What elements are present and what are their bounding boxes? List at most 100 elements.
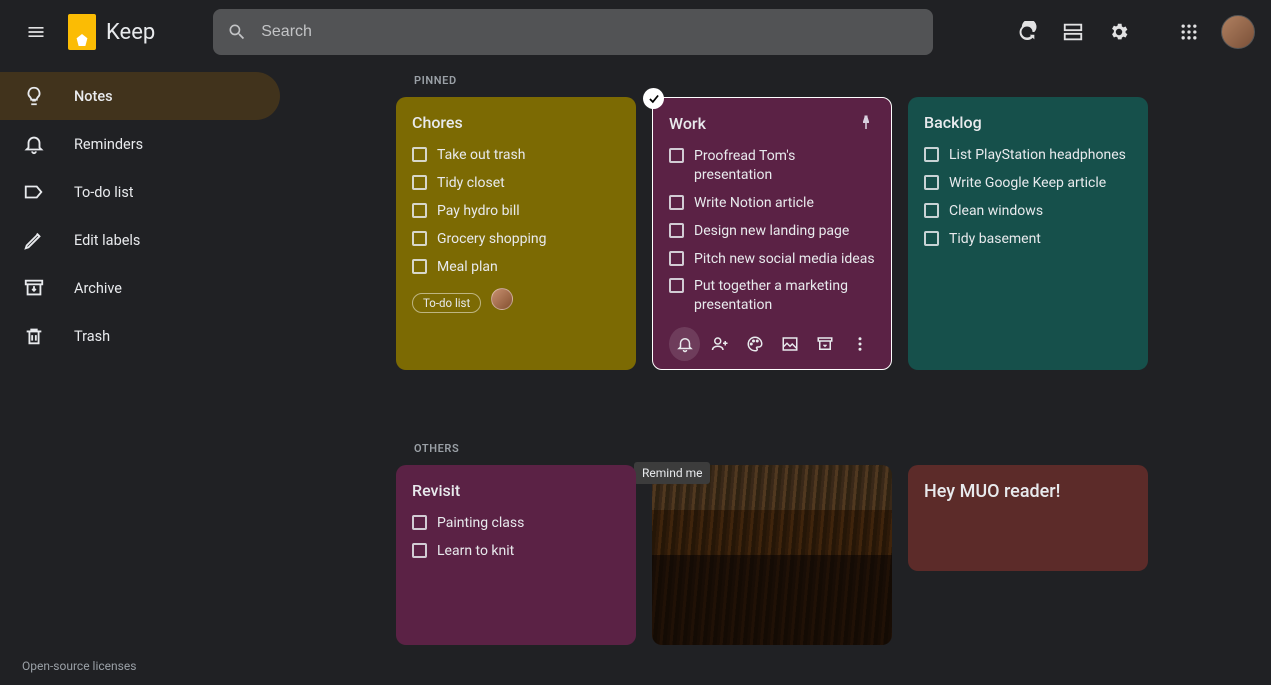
check-item[interactable]: Pitch new social media ideas xyxy=(669,250,875,269)
check-item[interactable]: Take out trash xyxy=(412,146,620,165)
note-title: Work xyxy=(669,114,875,133)
sidebar-item-archive[interactable]: Archive xyxy=(0,264,280,312)
others-section-label: Others xyxy=(414,442,1271,455)
check-item[interactable]: Tidy closet xyxy=(412,174,620,193)
logo[interactable]: Keep xyxy=(68,14,155,50)
color-button[interactable] xyxy=(739,327,770,361)
main-content: Pinned Chores Take out trash Tidy closet… xyxy=(396,64,1271,685)
search-bar[interactable] xyxy=(213,9,933,55)
account-avatar[interactable] xyxy=(1221,15,1255,49)
sidebar-item-notes[interactable]: Notes xyxy=(0,72,280,120)
note-card-chores[interactable]: Chores Take out trash Tidy closet Pay hy… xyxy=(396,97,636,370)
pencil-icon xyxy=(22,229,46,251)
note-card-image[interactable] xyxy=(652,465,892,645)
check-item[interactable]: Pay hydro bill xyxy=(412,202,620,221)
more-button[interactable] xyxy=(844,327,875,361)
bell-icon xyxy=(676,335,694,353)
check-item[interactable]: Write Google Keep article xyxy=(924,174,1132,193)
checkbox-icon[interactable] xyxy=(412,231,427,246)
note-title: Hey MUO reader! xyxy=(924,481,1132,502)
header: Keep xyxy=(0,0,1271,64)
check-item[interactable]: Grocery shopping xyxy=(412,230,620,249)
sidebar-item-label: Trash xyxy=(74,328,110,345)
gear-icon xyxy=(1108,21,1130,43)
refresh-icon xyxy=(1016,21,1038,43)
check-item[interactable]: Tidy basement xyxy=(924,230,1132,249)
hamburger-icon xyxy=(26,22,46,42)
others-grid: Revisit Painting class Learn to knit Hey… xyxy=(396,465,1271,645)
collaborator-avatar[interactable] xyxy=(491,288,513,310)
note-label-chip[interactable]: To-do list xyxy=(412,293,481,313)
note-card-work[interactable]: Work Proofread Tom's presentation Write … xyxy=(652,97,892,370)
settings-button[interactable] xyxy=(1099,12,1139,52)
open-source-link[interactable]: Open-source licenses xyxy=(22,659,136,673)
checkbox-icon[interactable] xyxy=(412,515,427,530)
header-actions xyxy=(1007,12,1255,52)
checkbox-icon[interactable] xyxy=(669,278,684,293)
pinned-grid: Chores Take out trash Tidy closet Pay hy… xyxy=(396,97,1271,370)
sidebar-item-trash[interactable]: Trash xyxy=(0,312,280,360)
note-card-hey-muo[interactable]: Hey MUO reader! xyxy=(908,465,1148,571)
check-item[interactable]: Write Notion article xyxy=(669,194,875,213)
checkbox-icon[interactable] xyxy=(412,543,427,558)
checkbox-icon[interactable] xyxy=(669,148,684,163)
pin-icon xyxy=(857,114,875,132)
check-item[interactable]: Clean windows xyxy=(924,202,1132,221)
check-item[interactable]: Learn to knit xyxy=(412,542,620,561)
checkbox-icon[interactable] xyxy=(924,231,939,246)
more-vert-icon xyxy=(851,335,869,353)
trash-icon xyxy=(22,325,46,347)
apps-grid-icon xyxy=(1179,22,1199,42)
check-item[interactable]: List PlayStation headphones xyxy=(924,146,1132,165)
image-button[interactable] xyxy=(774,327,805,361)
checkbox-icon[interactable] xyxy=(412,147,427,162)
check-item[interactable]: Put together a marketing presentation xyxy=(669,277,875,315)
sidebar-item-label: Notes xyxy=(74,88,113,105)
pin-button[interactable] xyxy=(851,108,881,138)
pinned-section-label: Pinned xyxy=(414,74,1271,87)
checkbox-icon[interactable] xyxy=(669,195,684,210)
note-card-revisit[interactable]: Revisit Painting class Learn to knit xyxy=(396,465,636,645)
note-toolbar xyxy=(669,327,875,361)
select-note-button[interactable] xyxy=(643,88,664,109)
checkbox-icon[interactable] xyxy=(669,251,684,266)
checkbox-icon[interactable] xyxy=(924,147,939,162)
app-name: Keep xyxy=(106,20,155,45)
checkbox-icon[interactable] xyxy=(412,259,427,274)
google-apps-button[interactable] xyxy=(1169,12,1209,52)
search-icon xyxy=(227,22,247,42)
list-view-button[interactable] xyxy=(1053,12,1093,52)
main-menu-button[interactable] xyxy=(16,12,56,52)
checkbox-icon[interactable] xyxy=(669,223,684,238)
remind-me-button[interactable] xyxy=(669,327,700,361)
checkbox-icon[interactable] xyxy=(924,175,939,190)
keep-logo-icon xyxy=(68,14,96,50)
lightbulb-icon xyxy=(22,85,46,107)
search-input[interactable] xyxy=(261,23,919,41)
note-card-backlog[interactable]: Backlog List PlayStation headphones Writ… xyxy=(908,97,1148,370)
bell-icon xyxy=(22,133,46,155)
sidebar-item-todo[interactable]: To-do list xyxy=(0,168,280,216)
note-title: Chores xyxy=(412,113,620,132)
check-item[interactable]: Painting class xyxy=(412,514,620,533)
label-icon xyxy=(22,181,46,203)
archive-icon xyxy=(22,277,46,299)
sidebar-item-reminders[interactable]: Reminders xyxy=(0,120,280,168)
sidebar-item-edit-labels[interactable]: Edit labels xyxy=(0,216,280,264)
tooltip-remind-me: Remind me xyxy=(634,462,710,484)
check-item[interactable]: Design new landing page xyxy=(669,222,875,241)
archive-icon xyxy=(816,335,834,353)
note-title: Backlog xyxy=(924,113,1132,132)
sidebar: Notes Reminders To-do list Edit labels A… xyxy=(0,64,280,360)
check-item[interactable]: Meal plan xyxy=(412,258,620,277)
refresh-button[interactable] xyxy=(1007,12,1047,52)
checkbox-icon[interactable] xyxy=(412,175,427,190)
checkbox-icon[interactable] xyxy=(412,203,427,218)
sidebar-item-label: Edit labels xyxy=(74,232,140,249)
check-item[interactable]: Proofread Tom's presentation xyxy=(669,147,875,185)
archive-button[interactable] xyxy=(809,327,840,361)
sidebar-item-label: To-do list xyxy=(74,184,134,201)
checkbox-icon[interactable] xyxy=(924,203,939,218)
collaborator-button[interactable] xyxy=(704,327,735,361)
person-add-icon xyxy=(711,335,729,353)
